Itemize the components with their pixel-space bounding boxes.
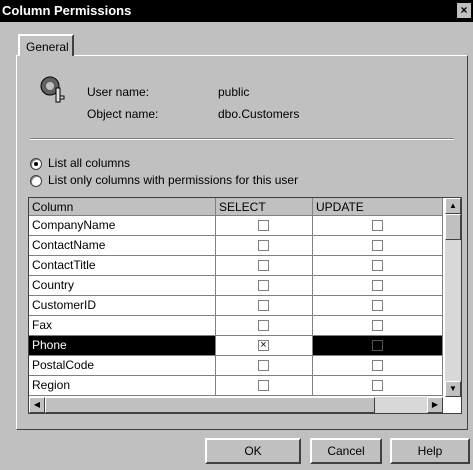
select-cell — [216, 376, 313, 395]
scroll-down-icon[interactable]: ▼ — [445, 381, 461, 397]
update-cell — [313, 276, 443, 295]
scroll-left-icon[interactable]: ◀ — [29, 397, 45, 413]
select-checkbox[interactable] — [258, 279, 269, 291]
user-name-value: public — [218, 85, 250, 99]
select-cell — [216, 236, 313, 255]
horizontal-scroll-thumb[interactable] — [45, 397, 375, 413]
update-cell — [313, 376, 443, 395]
scroll-up-icon[interactable]: ▲ — [445, 198, 461, 214]
table-row[interactable]: CustomerID — [29, 296, 443, 316]
update-cell — [313, 316, 443, 335]
update-checkbox[interactable] — [371, 239, 383, 251]
select-cell — [216, 316, 313, 335]
window-title: Column Permissions — [2, 3, 132, 18]
update-cell — [313, 336, 443, 355]
select-cell — [216, 296, 313, 315]
select-checkbox[interactable] — [258, 359, 269, 371]
update-checkbox[interactable] — [371, 359, 383, 371]
ok-button[interactable]: OK — [205, 438, 301, 464]
update-checkbox[interactable] — [371, 259, 383, 271]
help-button[interactable]: Help — [390, 438, 470, 464]
select-checkbox[interactable] — [258, 379, 269, 391]
table-row[interactable]: ContactTitle — [29, 256, 443, 276]
select-checkbox[interactable] — [258, 239, 269, 251]
column-name-cell: CompanyName — [29, 216, 216, 235]
list-permitted-columns-radio[interactable] — [30, 175, 42, 187]
horizontal-scrollbar[interactable]: ◀ ▶ — [29, 397, 443, 413]
update-checkbox[interactable] — [371, 219, 383, 231]
select-checkbox[interactable]: × — [258, 339, 269, 351]
column-header-column[interactable]: Column — [29, 198, 216, 216]
cancel-button[interactable]: Cancel — [310, 438, 382, 464]
column-name-cell: CustomerID — [29, 296, 216, 315]
column-header-select[interactable]: SELECT — [216, 198, 313, 216]
column-header-update[interactable]: UPDATE — [313, 198, 443, 216]
list-permitted-columns-label[interactable]: List only columns with permissions for t… — [48, 173, 298, 187]
select-checkbox[interactable] — [258, 219, 269, 231]
close-button[interactable]: × — [457, 3, 471, 18]
select-cell — [216, 276, 313, 295]
update-cell — [313, 356, 443, 375]
update-checkbox[interactable] — [371, 339, 383, 351]
column-name-cell: ContactName — [29, 236, 216, 255]
separator — [30, 138, 454, 140]
update-cell — [313, 236, 443, 255]
table-row-selected[interactable]: Phone × — [29, 336, 443, 356]
update-cell — [313, 216, 443, 235]
update-cell — [313, 256, 443, 275]
column-name-cell: Region — [29, 376, 216, 395]
select-checkbox[interactable] — [258, 299, 269, 311]
select-cell — [216, 256, 313, 275]
column-name-cell: PostalCode — [29, 356, 216, 375]
select-checkbox[interactable] — [258, 319, 269, 331]
title-bar: Column Permissions × — [0, 0, 473, 22]
table-row[interactable]: PostalCode — [29, 356, 443, 376]
tab-general[interactable]: General — [18, 34, 74, 56]
table-row[interactable]: CompanyName — [29, 216, 443, 236]
select-cell — [216, 356, 313, 375]
object-name-value: dbo.Customers — [218, 107, 300, 121]
update-checkbox[interactable] — [371, 379, 383, 391]
column-name-cell: Phone — [29, 336, 216, 355]
update-cell — [313, 296, 443, 315]
table-row[interactable]: Region — [29, 376, 443, 396]
key-icon — [40, 76, 65, 103]
column-name-cell: Country — [29, 276, 216, 295]
column-name-cell: Fax — [29, 316, 216, 335]
vertical-scroll-thumb[interactable] — [445, 214, 461, 240]
scroll-right-icon[interactable]: ▶ — [427, 397, 443, 413]
object-name-label: Object name: — [87, 107, 159, 121]
select-checkbox[interactable] — [258, 259, 269, 271]
update-checkbox[interactable] — [371, 279, 383, 291]
user-name-label: User name: — [87, 85, 150, 99]
update-checkbox[interactable] — [371, 299, 383, 311]
select-cell: × — [216, 336, 313, 355]
permissions-grid: Column SELECT UPDATE CompanyName Contact… — [28, 197, 462, 414]
select-cell — [216, 216, 313, 235]
vertical-scrollbar[interactable]: ▲ ▼ — [445, 198, 461, 397]
list-all-columns-radio[interactable] — [30, 158, 42, 170]
list-all-columns-label[interactable]: List all columns — [48, 156, 130, 170]
update-checkbox[interactable] — [371, 319, 383, 331]
table-row[interactable]: Country — [29, 276, 443, 296]
column-name-cell: ContactTitle — [29, 256, 216, 275]
table-row[interactable]: Fax — [29, 316, 443, 336]
table-row[interactable]: ContactName — [29, 236, 443, 256]
